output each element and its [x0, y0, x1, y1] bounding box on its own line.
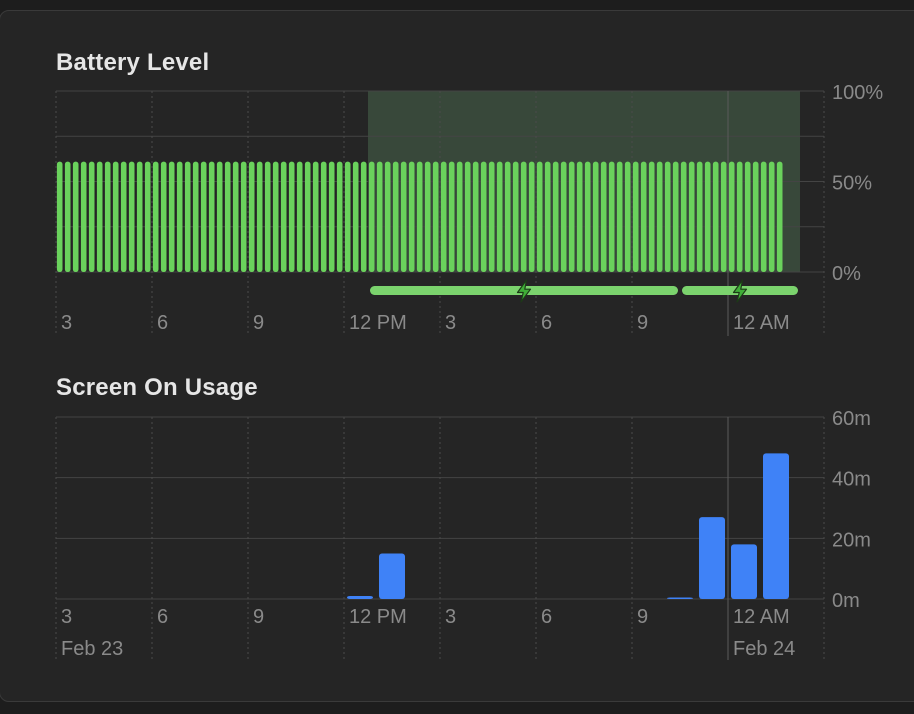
usage-bar [667, 597, 693, 599]
x-axis-label: 12 PM [349, 606, 407, 628]
y-axis-label: 60m [832, 408, 871, 430]
usage-bar [699, 517, 725, 599]
usage-bar [347, 595, 373, 599]
x-axis-label: 3 [61, 606, 72, 628]
x-axis-label: 6 [541, 606, 552, 628]
usage-bar [763, 453, 789, 599]
x-axis-label: 3 [445, 606, 456, 628]
usage-bar [379, 553, 405, 599]
x-axis-label: 12 AM [733, 606, 790, 628]
y-axis-label: 20m [832, 529, 871, 551]
screen-on-usage-chart[interactable]: 60m 40m 20m 0m 3 6 9 12 PM 3 6 9 12 AM Feb 23 Feb 24 [0, 0, 914, 714]
x-axis-label: 6 [157, 606, 168, 628]
x-axis-label: 9 [253, 606, 264, 628]
date-label: Feb 23 [61, 638, 123, 660]
y-axis-label: 0m [832, 590, 860, 612]
usage-bar [731, 544, 757, 599]
y-axis-label: 40m [832, 469, 871, 491]
x-axis-label: 9 [637, 606, 648, 628]
date-label: Feb 24 [733, 638, 795, 660]
